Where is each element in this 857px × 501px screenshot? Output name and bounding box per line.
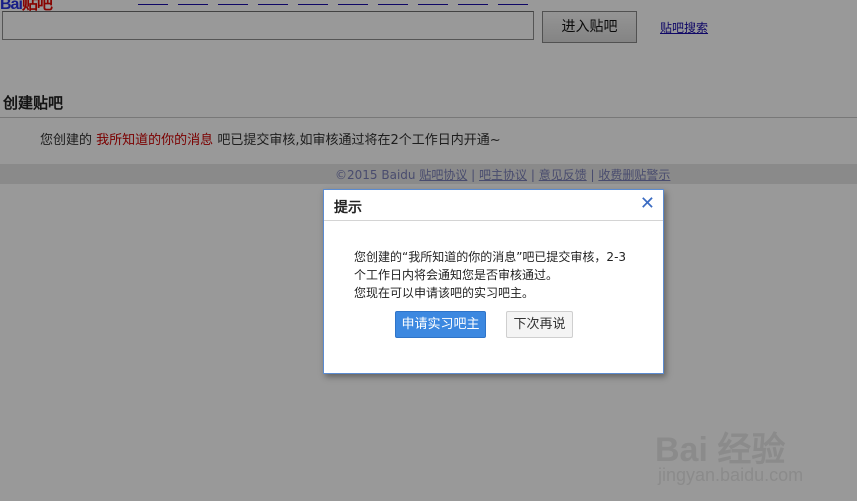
dialog-message-line: 您创建的“我所知道的你的消息”吧已提交审核，2-3 xyxy=(354,250,627,264)
apply-intern-moderator-button[interactable]: 申请实习吧主 xyxy=(395,311,486,338)
dialog-message: 您创建的“我所知道的你的消息”吧已提交审核，2-3 个工作日内将会通知您是否审核… xyxy=(354,248,644,302)
dialog-title: 提示 xyxy=(334,200,362,216)
dialog-header: 提示 ✕ xyxy=(324,190,663,221)
dialog-message-line: 个工作日内将会通知您是否审核通过。 xyxy=(354,268,559,282)
close-icon[interactable]: ✕ xyxy=(640,193,655,215)
maybe-later-button[interactable]: 下次再说 xyxy=(506,311,573,338)
dialog-message-line: 您现在可以申请该吧的实习吧主。 xyxy=(354,286,535,300)
prompt-dialog: 提示 ✕ 您创建的“我所知道的你的消息”吧已提交审核，2-3 个工作日内将会通知… xyxy=(323,189,664,374)
